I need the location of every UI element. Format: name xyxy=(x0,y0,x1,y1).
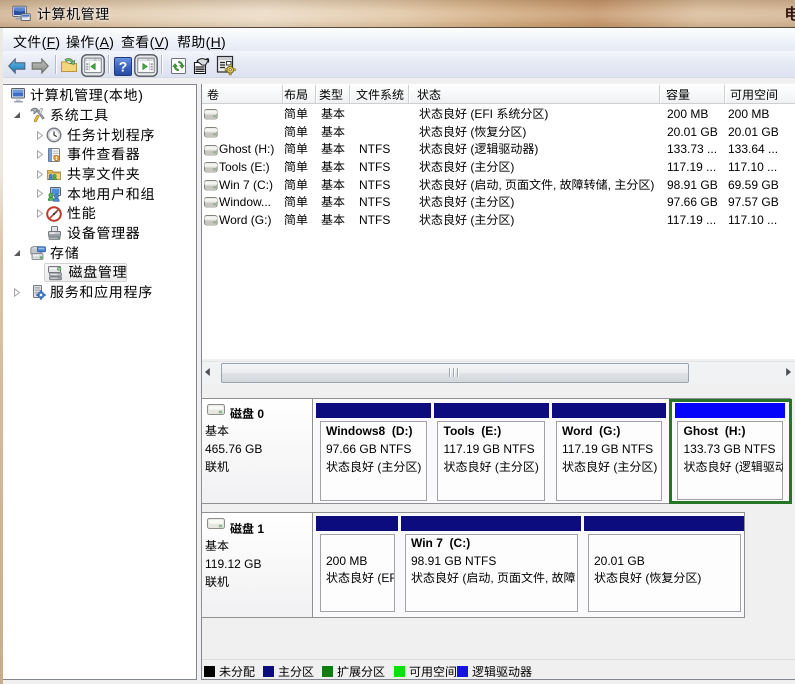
svg-text:?: ? xyxy=(119,59,128,75)
